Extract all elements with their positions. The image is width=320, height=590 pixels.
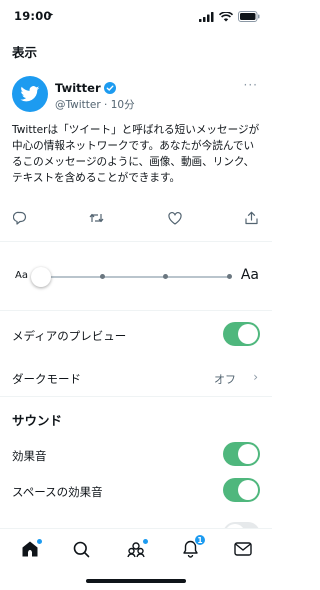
media-preview-row[interactable]: メディアのプレビュー — [0, 322, 272, 350]
divider — [0, 310, 272, 311]
more-options-icon: ··· — [243, 78, 258, 92]
avatar — [12, 76, 48, 112]
tweet-name-text: Twitter — [55, 81, 101, 95]
tab-communities[interactable] — [126, 539, 148, 559]
tab-bar: 1 — [0, 528, 272, 568]
sound-effects-row[interactable]: 効果音 — [0, 442, 272, 470]
slider-step[interactable] — [163, 274, 168, 279]
font-size-large-label: Aa — [240, 267, 259, 283]
divider — [0, 396, 272, 397]
spaces-sound-row[interactable]: スペースの効果音 — [0, 478, 272, 506]
signal-icon — [199, 11, 214, 22]
slider-thumb[interactable] — [31, 267, 51, 287]
search-icon — [73, 541, 89, 557]
tweet-handle-time: @Twitter · 10分 — [55, 99, 135, 111]
sound-section-title: サウンド — [12, 413, 63, 428]
sound-effects-toggle[interactable] — [223, 442, 260, 466]
dark-mode-value: オフ — [214, 373, 236, 386]
verified-badge-icon — [103, 82, 116, 94]
divider — [0, 241, 272, 242]
tweet-text: Twitterは「ツイート」と呼ばれる短いメッセージが中心の情報ネットワークです… — [12, 124, 260, 184]
tweet-actions — [0, 210, 272, 226]
tab-home[interactable] — [20, 539, 42, 559]
location-arrow-icon: ➤ — [47, 10, 54, 19]
tab-messages[interactable] — [233, 539, 253, 559]
battery-icon — [238, 11, 260, 22]
home-icon — [22, 541, 38, 557]
communities-unread-dot — [143, 539, 148, 544]
mail-icon — [234, 542, 252, 556]
tab-search[interactable] — [71, 539, 91, 559]
display-section-title: 表示 — [12, 45, 38, 60]
share-icon — [245, 210, 258, 229]
media-preview-label: メディアのプレビュー — [12, 329, 127, 343]
notifications-badge: 1 — [194, 534, 206, 546]
twitter-bird-icon — [20, 86, 40, 102]
communities-icon — [127, 541, 145, 557]
font-size-small-label: Aa — [15, 270, 28, 281]
home-unread-dot — [37, 539, 42, 544]
spaces-sound-toggle[interactable] — [223, 478, 260, 502]
slider-track[interactable] — [42, 276, 230, 278]
like-icon — [168, 210, 182, 229]
sound-effects-label: 効果音 — [12, 449, 47, 463]
reply-icon — [12, 210, 27, 229]
dark-mode-label: ダークモード — [12, 372, 81, 386]
font-size-slider[interactable]: Aa Aa — [0, 262, 272, 292]
tab-notifications[interactable]: 1 — [180, 534, 206, 559]
tweet-author-name: Twitter — [55, 81, 116, 95]
status-time: 19:00 — [14, 9, 52, 23]
spaces-sound-label: スペースの効果音 — [12, 485, 103, 499]
home-indicator — [86, 579, 186, 583]
chevron-right-icon: › — [253, 370, 258, 384]
slider-step[interactable] — [100, 274, 105, 279]
retweet-icon — [89, 210, 104, 229]
dark-mode-row[interactable]: ダークモード オフ › — [0, 365, 272, 393]
status-indicators — [199, 11, 260, 22]
media-preview-toggle[interactable] — [223, 322, 260, 346]
wifi-icon — [219, 11, 233, 21]
slider-step[interactable] — [227, 274, 232, 279]
status-bar: 19:00 ➤ — [0, 0, 272, 36]
